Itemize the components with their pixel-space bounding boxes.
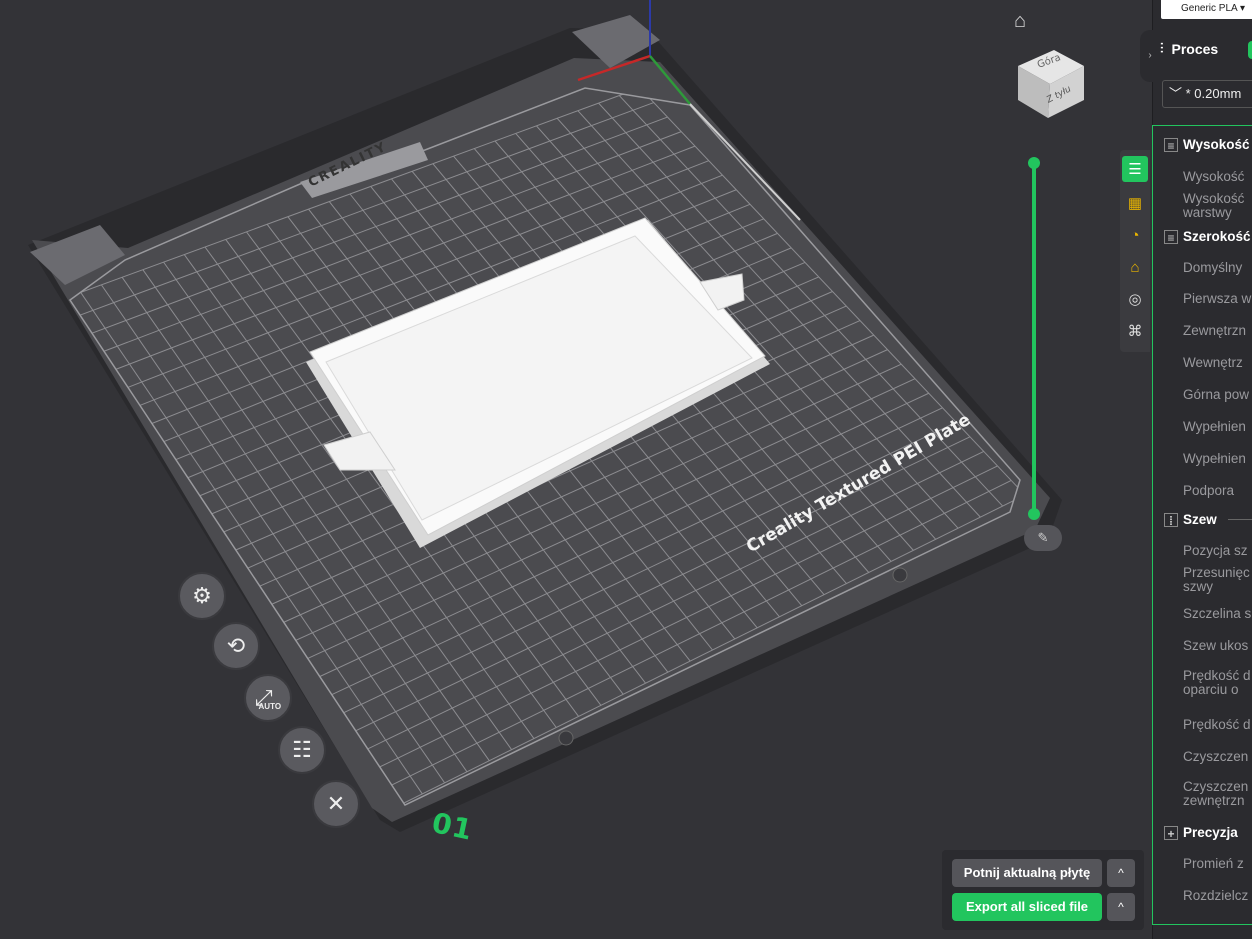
section-title: Precyzja (1183, 825, 1238, 840)
chevron-down-icon: ﹀ (1169, 86, 1183, 101)
option-row[interactable]: Pozycja sz (1183, 544, 1248, 558)
section-line-width[interactable]: ≡ Szerokość (1164, 229, 1251, 245)
multimaterial-tab-icon[interactable]: ◎ (1122, 286, 1148, 312)
auto-arrange-button[interactable]: ⤢ AUTO (244, 674, 292, 722)
option-row[interactable]: Czyszczen (1183, 750, 1248, 764)
precision-icon: + (1164, 825, 1178, 841)
option-row[interactable]: Rozdzielcz (1183, 889, 1248, 903)
option-row[interactable]: Czyszczen zewnętrzn (1183, 780, 1248, 808)
layout-button[interactable]: ☷ (278, 726, 326, 774)
profile-value: * 0.20mm (1185, 86, 1242, 101)
process-profile-select[interactable]: ﹀ * 0.20mm (1162, 80, 1252, 108)
process-title: Proces (1171, 40, 1219, 57)
advanced-toggle[interactable] (1248, 41, 1252, 59)
home-icon[interactable]: ⌂ (1008, 10, 1032, 32)
option-row[interactable]: Szczelina s (1183, 607, 1251, 621)
strength-tab-icon[interactable]: ▦ (1122, 190, 1148, 216)
rotate-button[interactable]: ⟲ (212, 622, 260, 670)
close-button[interactable]: ✕ (312, 780, 360, 828)
chevron-down-icon: ▾ (1239, 3, 1245, 14)
section-title: Wysokość (1183, 137, 1250, 152)
option-row[interactable]: Wewnętrz (1183, 356, 1243, 370)
option-row[interactable]: Wysokość warstwy (1183, 192, 1244, 220)
3d-viewport[interactable]: CREALITY Creality Textured PEI Plate 01 … (0, 0, 1152, 939)
collapse-panel-button[interactable]: › (1140, 30, 1160, 82)
filament-value: Generic PLA (1181, 3, 1238, 14)
others-tab-icon[interactable]: ⌘ (1122, 318, 1148, 344)
option-row[interactable]: Wypełnien (1183, 420, 1246, 434)
view-cube[interactable] (1012, 38, 1092, 118)
auto-label: AUTO (258, 701, 282, 711)
layer-height-icon: ≡ (1164, 137, 1178, 153)
layer-slider-bottom-handle[interactable] (1028, 508, 1040, 520)
option-row[interactable]: Podpora (1183, 484, 1234, 498)
settings-category-tabs: ☰ ▦ ◔ ⌂ ◎ ⌘ (1120, 150, 1150, 352)
option-row[interactable]: Pierwsza w (1183, 292, 1251, 306)
sliders-icon: ⫶ (1160, 40, 1164, 56)
option-row[interactable]: Domyślny (1183, 261, 1242, 275)
option-row[interactable]: Promień z (1183, 857, 1244, 871)
close-icon: ✕ (326, 791, 346, 816)
layout-icon: ☷ (292, 737, 312, 762)
section-precision[interactable]: + Precyzja (1164, 825, 1238, 841)
option-row[interactable]: Wypełnien (1183, 452, 1246, 466)
rotate-object-icon: ⟲ (226, 633, 246, 658)
quality-tab-icon[interactable]: ☰ (1122, 156, 1148, 182)
option-row[interactable]: Wysokość (1183, 170, 1244, 184)
export-all-button[interactable]: Export all sliced file (952, 893, 1102, 921)
support-tab-icon[interactable]: ⌂ (1122, 254, 1148, 280)
section-seam[interactable]: ⁞ Szew (1164, 512, 1252, 528)
layer-slider-track[interactable] (1032, 163, 1036, 515)
settings-icon: ⚙ (192, 583, 212, 608)
section-title: Szew (1183, 512, 1217, 527)
option-row[interactable]: Prędkość d oparciu o (1183, 669, 1251, 697)
seam-icon: ⁞ (1164, 512, 1178, 528)
layer-slider-top-handle[interactable] (1028, 157, 1040, 169)
option-row[interactable]: Zewnętrzn (1183, 324, 1246, 338)
section-divider (1227, 519, 1252, 520)
speed-tab-icon[interactable]: ◔ (1122, 222, 1148, 248)
section-layer-height[interactable]: ≡ Wysokość (1164, 137, 1250, 153)
option-row[interactable]: Prędkość d (1183, 718, 1251, 732)
edit-icon[interactable]: ✎ (1024, 525, 1062, 551)
slice-plate-button[interactable]: Potnij aktualną płytę (952, 859, 1102, 887)
process-header: ⫶ Proces (1160, 40, 1218, 57)
section-title: Szerokość (1183, 229, 1251, 244)
line-width-icon: ≡ (1164, 229, 1178, 245)
option-row[interactable]: Przesunięc szwy (1183, 566, 1250, 594)
build-plate-scene[interactable] (0, 0, 1152, 939)
slice-options-button[interactable]: ^ (1107, 859, 1135, 887)
settings-button[interactable]: ⚙ (178, 572, 226, 620)
option-row[interactable]: Szew ukos (1183, 639, 1248, 653)
option-row[interactable]: Górna pow (1183, 388, 1249, 402)
export-options-button[interactable]: ^ (1107, 893, 1135, 921)
filament-select[interactable]: Generic PLA ▾ (1161, 0, 1252, 19)
